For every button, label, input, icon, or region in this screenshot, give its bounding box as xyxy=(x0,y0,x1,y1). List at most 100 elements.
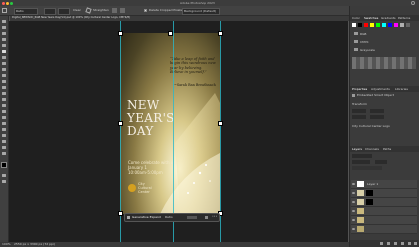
guide-line-left[interactable] xyxy=(120,21,121,242)
generative-expand-button[interactable]: Generative Expand xyxy=(132,216,161,219)
eraser-tool-icon[interactable] xyxy=(2,92,6,95)
tab-swatches[interactable]: Swatches xyxy=(364,16,378,20)
fill-dropdown[interactable]: Background (Default) xyxy=(182,7,220,15)
layer-row[interactable] xyxy=(351,198,417,207)
layer-row[interactable] xyxy=(351,207,417,216)
width-field[interactable] xyxy=(44,7,56,15)
adjustment-layer-icon[interactable] xyxy=(394,242,397,245)
tab-paths[interactable]: Paths xyxy=(383,147,391,151)
tab-gradients[interactable]: Gradients xyxy=(381,16,396,20)
brush-tool-icon[interactable] xyxy=(2,74,6,77)
lasso-tool-icon[interactable] xyxy=(2,38,6,41)
minimize-window-button[interactable] xyxy=(6,1,9,5)
artboard-tool-icon[interactable] xyxy=(2,26,6,29)
healing-brush-tool-icon[interactable] xyxy=(2,68,6,71)
swatch-folder-rgb[interactable]: RGB xyxy=(352,31,416,37)
crop-handle-left[interactable] xyxy=(118,121,123,126)
layer-row[interactable] xyxy=(351,189,417,198)
grayscale-swatch-strip[interactable] xyxy=(352,57,416,69)
color-swatch[interactable] xyxy=(376,23,380,27)
transform-x-field[interactable] xyxy=(352,115,366,119)
height-field[interactable] xyxy=(58,7,70,15)
tab-properties[interactable]: Properties xyxy=(352,87,367,91)
tab-channels[interactable]: Channels xyxy=(365,147,379,151)
transform-width-field[interactable] xyxy=(352,109,366,113)
hand-tool-icon[interactable] xyxy=(2,140,6,143)
crop-tool-preset-icon[interactable] xyxy=(2,8,7,13)
tab-patterns[interactable]: Patterns xyxy=(398,16,410,20)
tab-layers[interactable]: Layers xyxy=(352,147,362,151)
pen-tool-icon[interactable] xyxy=(2,116,6,119)
clear-button[interactable]: Clear xyxy=(73,9,81,12)
context-settings-icon[interactable] xyxy=(205,215,208,219)
transform-height-field[interactable] xyxy=(370,109,384,113)
guide-line-center[interactable] xyxy=(173,21,174,242)
layer-row[interactable]: Layer 1 xyxy=(351,180,417,189)
guide-line-right[interactable] xyxy=(220,21,221,242)
search-icon[interactable] xyxy=(411,1,415,5)
edit-toolbar-icon[interactable] xyxy=(2,152,6,155)
tab-adjustments[interactable]: Adjustments xyxy=(371,87,390,91)
add-mask-icon[interactable] xyxy=(387,242,390,245)
layer-row[interactable] xyxy=(351,216,417,225)
ratio-dropdown[interactable]: Ratio xyxy=(14,7,38,15)
transform-y-field[interactable] xyxy=(370,115,384,119)
swatch-folder-cmyk[interactable]: CMYK xyxy=(352,39,416,45)
color-swatch[interactable] xyxy=(364,23,368,27)
context-field[interactable] xyxy=(187,215,197,219)
crop-tool-icon[interactable] xyxy=(2,50,6,53)
zoom-level[interactable]: 100% xyxy=(2,243,11,246)
new-layer-icon[interactable] xyxy=(408,242,411,245)
object-selection-tool-icon[interactable] xyxy=(2,44,6,47)
visibility-eye-icon[interactable] xyxy=(352,219,355,221)
lock-buttons[interactable] xyxy=(352,166,382,170)
zoom-tool-icon[interactable] xyxy=(2,146,6,149)
foreground-color-swatch[interactable] xyxy=(1,162,7,168)
visibility-eye-icon[interactable] xyxy=(352,210,355,212)
opacity-field[interactable] xyxy=(375,160,387,164)
visibility-eye-icon[interactable] xyxy=(352,228,355,230)
tab-libraries[interactable]: Libraries xyxy=(395,87,408,91)
crop-handle-top-right[interactable] xyxy=(218,31,223,36)
fx-icon[interactable] xyxy=(380,242,383,245)
blend-mode-dropdown[interactable] xyxy=(352,160,370,164)
rectangle-tool-icon[interactable] xyxy=(2,134,6,137)
dodge-tool-icon[interactable] xyxy=(2,110,6,113)
quick-mask-icon[interactable] xyxy=(2,174,6,177)
new-group-icon[interactable] xyxy=(401,242,404,245)
color-swatch[interactable] xyxy=(358,23,362,27)
path-selection-tool-icon[interactable] xyxy=(2,128,6,131)
straighten-icon[interactable] xyxy=(85,7,92,14)
clone-stamp-tool-icon[interactable] xyxy=(2,80,6,83)
crop-handle-top-left[interactable] xyxy=(118,31,123,36)
layer-filter-dropdown[interactable] xyxy=(352,154,372,158)
gradient-tool-icon[interactable] xyxy=(2,98,6,101)
blur-tool-icon[interactable] xyxy=(2,104,6,107)
color-swatch[interactable] xyxy=(388,23,392,27)
trash-icon[interactable] xyxy=(414,242,417,245)
document-artwork[interactable]: “Take a leap of faith and begin this won… xyxy=(120,33,220,214)
overlay-grid-icon[interactable] xyxy=(112,8,117,13)
marquee-tool-icon[interactable] xyxy=(2,32,6,35)
close-window-button[interactable] xyxy=(2,1,5,5)
crop-handle-bottom-left[interactable] xyxy=(118,211,123,216)
color-swatch[interactable] xyxy=(352,23,356,27)
visibility-eye-icon[interactable] xyxy=(352,183,355,185)
layer-mask-thumbnail[interactable] xyxy=(366,190,373,196)
move-tool-icon[interactable] xyxy=(2,20,6,23)
color-swatch[interactable] xyxy=(382,23,386,27)
crop-handle-right[interactable] xyxy=(218,121,223,126)
history-brush-tool-icon[interactable] xyxy=(2,86,6,89)
type-tool-icon[interactable] xyxy=(2,122,6,125)
swatch-folder-grayscale[interactable]: Grayscale xyxy=(352,47,416,53)
tab-color[interactable]: Color xyxy=(352,16,360,20)
layer-mask-thumbnail[interactable] xyxy=(366,199,373,205)
frame-tool-icon[interactable] xyxy=(2,56,6,59)
color-swatch[interactable] xyxy=(400,23,404,27)
color-swatch[interactable] xyxy=(394,23,398,27)
zoom-window-button[interactable] xyxy=(10,1,13,5)
visibility-eye-icon[interactable] xyxy=(352,201,355,203)
color-swatch[interactable] xyxy=(406,23,410,27)
context-ratio-dropdown[interactable]: Ratio xyxy=(165,216,173,219)
more-options-icon[interactable]: ••• xyxy=(212,215,217,218)
